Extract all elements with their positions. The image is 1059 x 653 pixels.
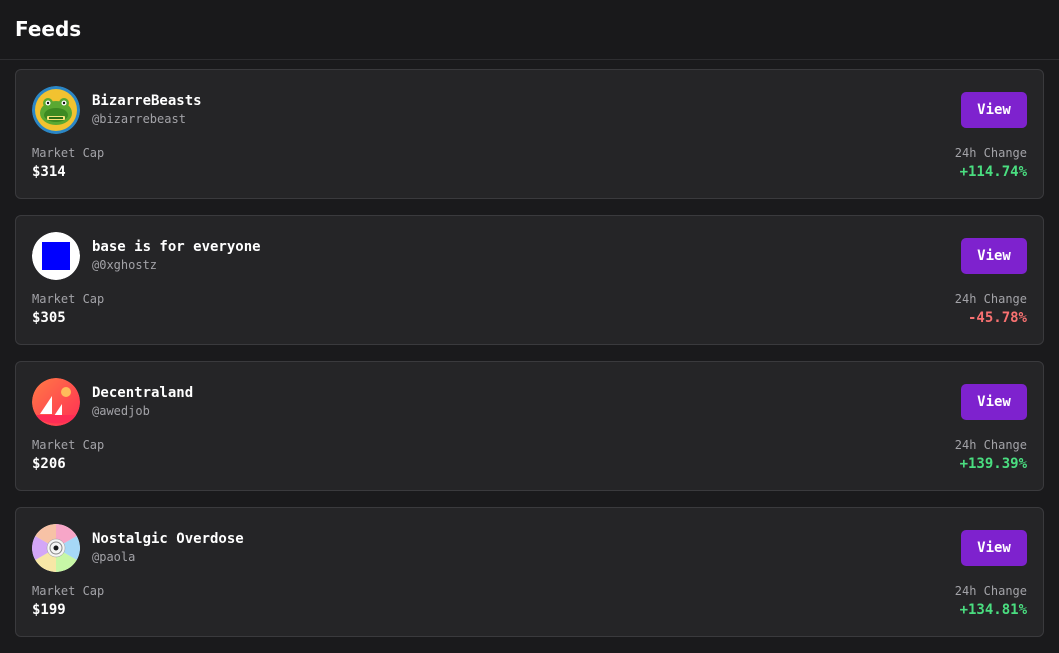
- change-label: 24h Change: [954, 584, 1027, 598]
- feed-card: BizarreBeasts @bizarrebeast View Market …: [15, 69, 1044, 199]
- feed-card: Nostalgic Overdose @paola View Market Ca…: [15, 507, 1044, 637]
- compact-disc-avatar-icon: [32, 524, 80, 572]
- change-value: -45.78%: [967, 310, 1027, 326]
- feed-name: Nostalgic Overdose: [92, 531, 244, 547]
- market-cap-label: Market Cap: [32, 438, 105, 452]
- feed-handle[interactable]: @awedjob: [92, 404, 150, 419]
- market-cap-label: Market Cap: [32, 292, 105, 306]
- change-value: +139.39%: [959, 456, 1027, 472]
- feed-card: base is for everyone @0xghostz View Mark…: [15, 215, 1044, 345]
- feed-handle[interactable]: @0xghostz: [92, 258, 157, 273]
- header: Feeds: [0, 0, 1059, 60]
- market-cap-label: Market Cap: [32, 146, 105, 160]
- decentraland-logo-avatar-icon: [32, 378, 80, 426]
- page-title: Feeds: [15, 17, 82, 41]
- feed-name: base is for everyone: [92, 239, 261, 255]
- change-label: 24h Change: [954, 292, 1027, 306]
- view-button[interactable]: View: [961, 92, 1027, 128]
- feed-name: Decentraland: [92, 385, 194, 401]
- view-button[interactable]: View: [961, 238, 1027, 274]
- feed-list: BizarreBeasts @bizarrebeast View Market …: [15, 69, 1044, 653]
- change-value: +114.74%: [959, 164, 1027, 180]
- market-cap-value: $305: [32, 310, 66, 326]
- feed-card: Decentraland @awedjob View Market Cap $2…: [15, 361, 1044, 491]
- bizarrebeasts-frog-avatar-icon: [32, 86, 80, 134]
- blue-square-avatar-icon: [32, 232, 80, 280]
- market-cap-value: $314: [32, 164, 66, 180]
- change-label: 24h Change: [954, 146, 1027, 160]
- change-label: 24h Change: [954, 438, 1027, 452]
- view-button[interactable]: View: [961, 384, 1027, 420]
- market-cap-value: $206: [32, 456, 66, 472]
- market-cap-label: Market Cap: [32, 584, 105, 598]
- change-value: +134.81%: [959, 602, 1027, 618]
- feed-name: BizarreBeasts: [92, 93, 202, 109]
- view-button[interactable]: View: [961, 530, 1027, 566]
- market-cap-value: $199: [32, 602, 66, 618]
- feed-handle[interactable]: @paola: [92, 550, 135, 565]
- feed-handle[interactable]: @bizarrebeast: [92, 112, 186, 127]
